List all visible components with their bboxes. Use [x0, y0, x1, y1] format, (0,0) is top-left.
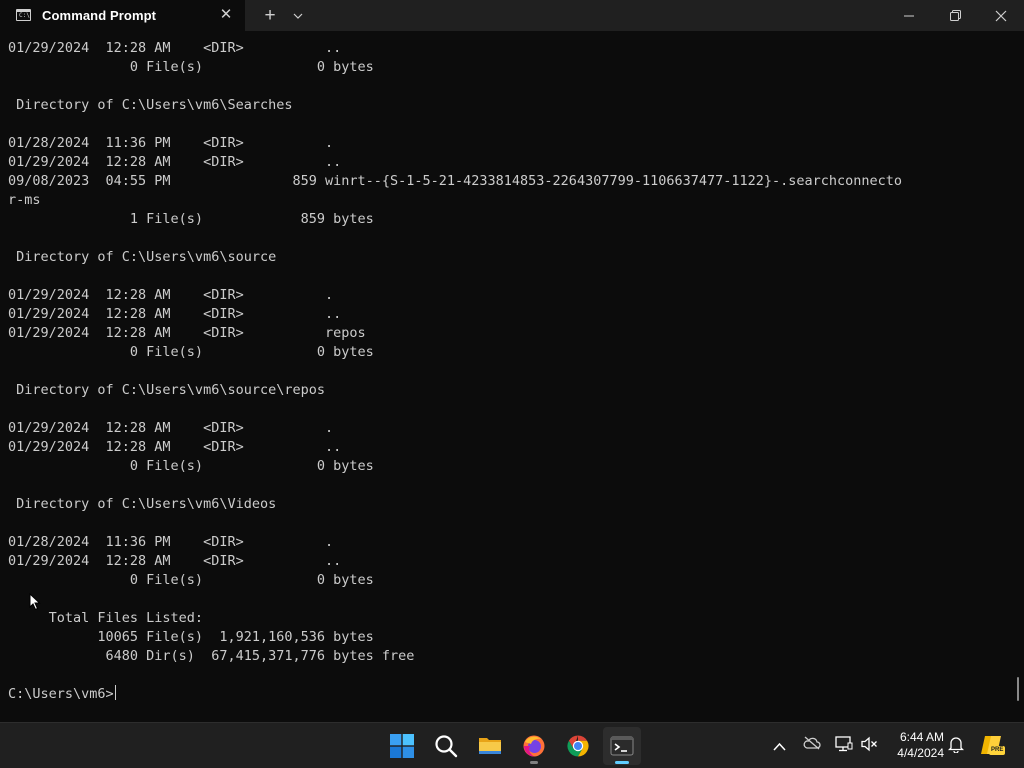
terminal-line: Total Files Listed: [8, 610, 204, 626]
windows-logo-icon [390, 734, 414, 758]
start-button[interactable] [383, 727, 421, 765]
search-button[interactable] [427, 727, 465, 765]
terminal-line: r-ms [8, 192, 41, 208]
title-bar: C:\ Command Prompt ✕ + [0, 0, 1024, 31]
notifications-button[interactable] [947, 736, 965, 758]
chrome-button[interactable] [559, 727, 597, 765]
volume-muted-icon [861, 736, 877, 752]
terminal-button[interactable] [603, 727, 641, 765]
minimize-button[interactable] [886, 0, 932, 31]
onedrive-offline-icon [803, 736, 821, 750]
terminal-line: 09/08/2023 04:55 PM 859 winrt--{S-1-5-21… [8, 173, 903, 189]
terminal-output[interactable]: 01/29/2024 12:28 AM <DIR> .. 0 File(s) 0… [0, 31, 1024, 722]
firefox-button[interactable] [515, 727, 553, 765]
restore-button[interactable] [932, 0, 978, 31]
terminal-line: 01/28/2024 11:36 PM <DIR> . [8, 534, 334, 550]
bell-icon [947, 737, 965, 754]
terminal-line: 0 File(s) 0 bytes [8, 344, 374, 360]
scrollbar-thumb[interactable] [1017, 677, 1019, 701]
tab-close-button[interactable]: ✕ [214, 4, 238, 26]
prompt-text: C:\Users\vm6> [8, 686, 114, 702]
mouse-pointer-icon [29, 593, 41, 611]
terminal-text: 01/29/2024 12:28 AM <DIR> .. 0 File(s) 0… [8, 39, 902, 704]
text-cursor [114, 685, 116, 700]
terminal-line: 01/29/2024 12:28 AM <DIR> .. [8, 306, 342, 322]
search-icon [435, 735, 458, 758]
volume-button[interactable] [861, 736, 878, 757]
terminal-line: Directory of C:\Users\vm6\source\repos [8, 382, 325, 398]
close-icon [995, 10, 1007, 22]
active-indicator [615, 761, 629, 764]
file-explorer-icon [479, 738, 501, 754]
terminal-line: 10065 File(s) 1,921,160,536 bytes [8, 629, 374, 645]
onedrive-button[interactable] [803, 736, 821, 755]
chevron-down-icon [293, 13, 303, 19]
terminal-line: 6480 Dir(s) 67,415,371,776 bytes free [8, 648, 415, 664]
terminal-line: 01/29/2024 12:28 AM <DIR> .. [8, 553, 342, 569]
minimize-icon [904, 15, 914, 17]
terminal-line: 01/28/2024 11:36 PM <DIR> . [8, 135, 334, 151]
show-hidden-icons-button[interactable] [773, 738, 786, 756]
firefox-icon [523, 735, 545, 757]
terminal-line: 0 File(s) 0 bytes [8, 59, 374, 75]
terminal-line: 1 File(s) 859 bytes [8, 211, 374, 227]
running-indicator [530, 761, 538, 764]
terminal-line: 0 File(s) 0 bytes [8, 458, 374, 474]
terminal-line: 0 File(s) 0 bytes [8, 572, 374, 588]
terminal-line: 01/29/2024 12:28 AM <DIR> .. [8, 154, 342, 170]
chrome-icon [567, 735, 589, 757]
restore-icon [949, 10, 961, 22]
command-prompt-icon: C:\ [16, 9, 31, 21]
copilot-button[interactable]: PRE [979, 732, 1005, 763]
tab-command-prompt[interactable]: C:\ Command Prompt ✕ [0, 0, 245, 31]
command-prompt-line[interactable]: C:\Users\vm6> [8, 685, 902, 704]
tab-dropdown-button[interactable] [286, 0, 310, 31]
terminal-line: 01/29/2024 12:28 AM <DIR> .. [8, 40, 342, 56]
chevron-up-icon [773, 742, 786, 751]
terminal-icon [610, 736, 634, 756]
clock[interactable]: 6:44 AM 4/4/2024 [884, 729, 944, 761]
network-button[interactable] [835, 736, 853, 757]
copilot-badge: PRE [991, 747, 1004, 753]
terminal-line: Directory of C:\Users\vm6\Videos [8, 496, 277, 512]
tab-title: Command Prompt [42, 8, 157, 23]
clock-time: 6:44 AM [899, 730, 944, 744]
terminal-line: Directory of C:\Users\vm6\Searches [8, 97, 293, 113]
terminal-line: Directory of C:\Users\vm6\source [8, 249, 277, 265]
new-tab-button[interactable]: + [257, 0, 283, 31]
taskbar: 6:44 AM 4/4/2024 PRE [0, 722, 1024, 768]
terminal-line: 01/29/2024 12:28 AM <DIR> .. [8, 439, 342, 455]
clock-date: 4/4/2024 [897, 746, 944, 760]
close-window-button[interactable] [978, 0, 1024, 31]
copilot-icon [981, 736, 1005, 755]
terminal-line: 01/29/2024 12:28 AM <DIR> . [8, 420, 334, 436]
terminal-line: 01/29/2024 12:28 AM <DIR> . [8, 287, 334, 303]
tab-icon-text: C:\ [19, 12, 30, 19]
network-icon [835, 736, 853, 752]
file-explorer-button[interactable] [471, 727, 509, 765]
terminal-line: 01/29/2024 12:28 AM <DIR> repos [8, 325, 366, 341]
